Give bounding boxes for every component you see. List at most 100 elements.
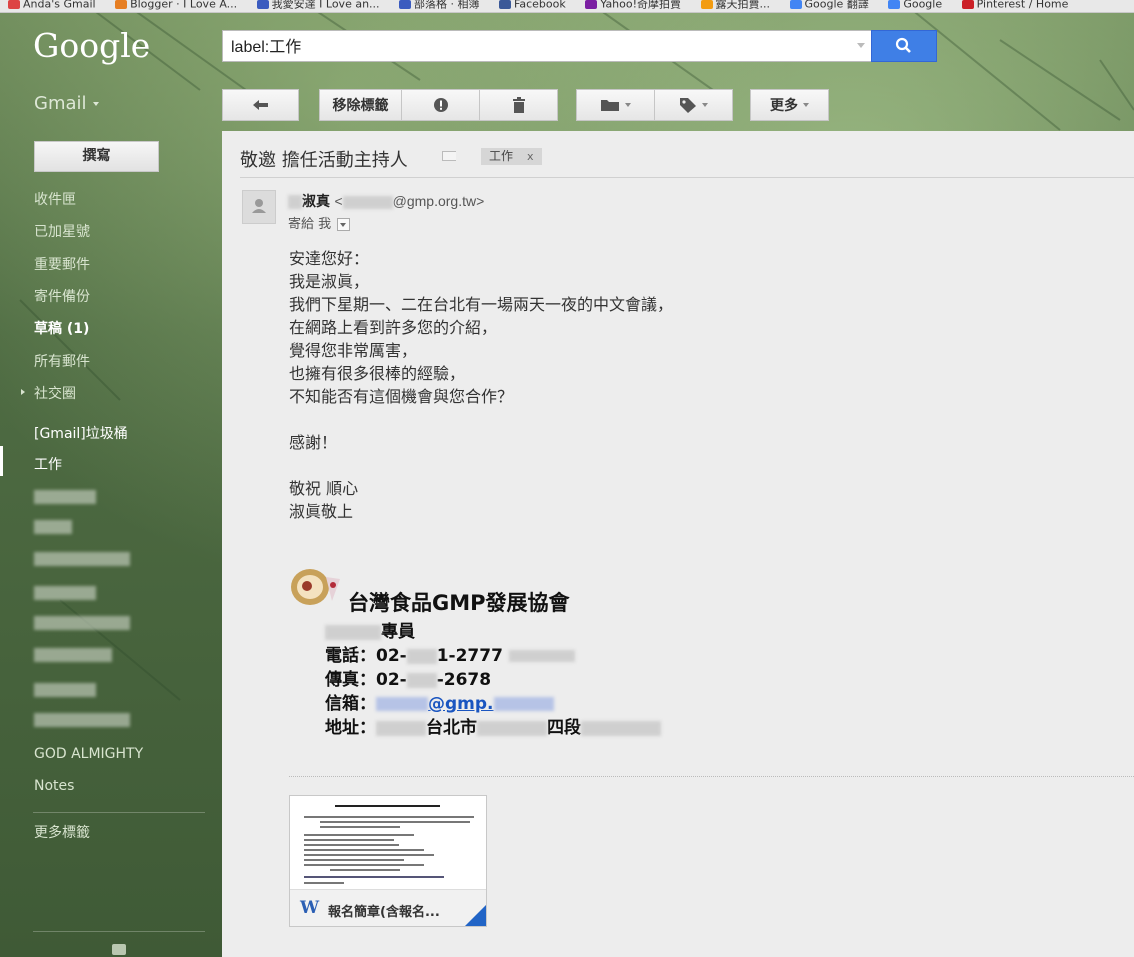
report-spam-button[interactable] [401, 89, 480, 121]
body-line: 我們下星期一、二在台北有一場兩天一夜的中文會議， [289, 295, 674, 314]
more-button-label: 更多 [770, 98, 798, 114]
bookmark-item[interactable]: 部落格 · 相簿 [399, 0, 480, 9]
message-pane: 敬邀 擔任活動主持人 工作 x 淑真 < @gmp.org.tw> 寄給 我 安達您… [222, 131, 1134, 957]
redacted-label[interactable] [34, 683, 96, 697]
redacted-label[interactable] [34, 616, 130, 630]
redacted-label[interactable] [34, 552, 130, 566]
address-label: 地址： [325, 718, 376, 738]
google-icon [888, 0, 901, 9]
page-fold-icon [464, 905, 486, 926]
sidebar-item-trash[interactable]: [Gmail]垃圾桶 [34, 423, 128, 443]
sidebar-item-god-almighty[interactable]: GOD ALMIGHTY [34, 746, 143, 762]
bookmark-item[interactable]: 露天拍賣... [700, 0, 770, 9]
bookmark-item[interactable]: 我愛安達 I Love an... [256, 0, 380, 9]
body-line: 我是淑眞， [289, 272, 370, 291]
email-link[interactable]: @gmp. [428, 694, 494, 714]
sidebar-item-inbox[interactable]: 收件匣 [34, 189, 76, 209]
delete-button[interactable] [479, 89, 558, 121]
email-body: 安達您好： 我是淑眞， 我們下星期一、二在台北有一場兩天一夜的中文會議， 在網路… [289, 247, 673, 523]
preview-line [330, 869, 400, 871]
preview-line [304, 864, 424, 866]
bookmark-item[interactable]: Pinterest / Home [961, 0, 1068, 9]
person-icon [252, 199, 266, 213]
chevron-down-icon [92, 102, 99, 106]
body-line: 感謝！ [289, 433, 338, 452]
redacted-label[interactable] [34, 586, 96, 600]
redacted-label[interactable] [34, 490, 96, 504]
trash-icon [512, 97, 525, 113]
signature-fax-line: 傳真：02- -2678 [325, 665, 491, 690]
body-line: 安達您好： [289, 249, 370, 268]
sidebar-item-more-labels[interactable]: 更多標籤 [34, 822, 90, 842]
sidebar-item-important[interactable]: 重要郵件 [34, 254, 90, 274]
back-button[interactable] [222, 89, 299, 121]
preview-line [304, 816, 474, 818]
redacted-label[interactable] [34, 648, 112, 662]
signature-email-line: 信箱： @gmp. [325, 689, 554, 714]
more-button[interactable]: 更多 [750, 89, 829, 121]
translate-icon [789, 0, 802, 9]
sidebar-item-starred[interactable]: 已加星號 [34, 221, 90, 241]
attachment-divider [289, 776, 1134, 777]
search-input[interactable] [223, 31, 839, 59]
active-indicator [0, 446, 3, 476]
move-to-button[interactable] [576, 89, 655, 121]
facebook-icon [499, 0, 512, 9]
redacted-text [325, 624, 381, 640]
redacted-text [406, 672, 437, 688]
labels-button[interactable] [654, 89, 733, 121]
sidebar-item-work[interactable]: 工作 [34, 454, 62, 474]
bookmark-icon [700, 0, 713, 9]
google-logo[interactable]: Google [33, 26, 150, 65]
sidebar-item-all-mail[interactable]: 所有郵件 [34, 351, 90, 371]
expand-arrow-icon[interactable] [21, 389, 25, 395]
chevron-down-icon [702, 103, 708, 107]
body-line: 覺得您非常厲害， [289, 341, 418, 360]
sidebar-item-sent[interactable]: 寄件備份 [34, 286, 90, 306]
sidebar-item-circles[interactable]: 社交圈 [34, 383, 76, 403]
redacted-label[interactable] [34, 520, 72, 534]
body-line [289, 454, 673, 477]
pinterest-icon [961, 0, 974, 9]
redacted-text [376, 720, 426, 736]
body-line [289, 408, 673, 431]
preview-line [320, 821, 470, 823]
compose-button[interactable]: 撰寫 [34, 141, 159, 172]
label-tag-icon [680, 98, 696, 113]
gmail-menu[interactable]: Gmail [34, 93, 99, 114]
show-details-icon[interactable] [337, 218, 351, 231]
preview-line [304, 859, 404, 861]
preview-line [304, 854, 434, 856]
body-line: 不知能否有這個機會與您合作？ [289, 387, 514, 406]
bookmark-icon [256, 0, 269, 9]
sidebar-item-notes[interactable]: Notes [34, 778, 74, 794]
remove-label-icon[interactable]: x [527, 150, 534, 163]
search-button[interactable] [871, 30, 937, 62]
bookmark-item[interactable]: Blogger · I Love A... [115, 0, 237, 9]
preview-line [335, 805, 440, 807]
sender-name[interactable]: 淑真 [302, 194, 330, 210]
redacted-text [406, 648, 437, 664]
importance-marker-icon[interactable] [442, 151, 456, 161]
bookmark-item[interactable]: Yahoo!奇摩拍賣 [585, 0, 681, 9]
blogger-icon [115, 0, 128, 9]
organization-name: 台灣食品GMP發展協會 [348, 591, 570, 615]
search-options-icon[interactable] [857, 43, 865, 48]
search-box[interactable] [222, 30, 872, 62]
chevron-down-icon [625, 103, 631, 107]
remove-label-button[interactable]: 移除標籤 [319, 89, 402, 121]
phone-label: 電話：02- [325, 646, 407, 666]
subject-divider [240, 177, 1134, 178]
chat-icon[interactable] [112, 944, 126, 955]
bookmark-item[interactable]: Google [888, 0, 942, 9]
redacted-label[interactable] [34, 713, 130, 727]
sidebar-item-drafts[interactable]: 草稿 (1) [34, 318, 89, 338]
recipient-line: 寄給 我 [288, 213, 351, 232]
attachment-name[interactable]: 報名簡章(含報名... [328, 901, 440, 920]
organization-logo-icon [291, 569, 340, 605]
bookmark-item[interactable]: Facebook [499, 0, 566, 9]
label-chip[interactable]: 工作 x [481, 148, 542, 165]
bookmark-item[interactable]: Anda's Gmail [8, 0, 96, 9]
bookmark-item[interactable]: Google 翻譯 [789, 0, 869, 9]
attachment-card[interactable]: W 報名簡章(含報名... [289, 795, 487, 927]
